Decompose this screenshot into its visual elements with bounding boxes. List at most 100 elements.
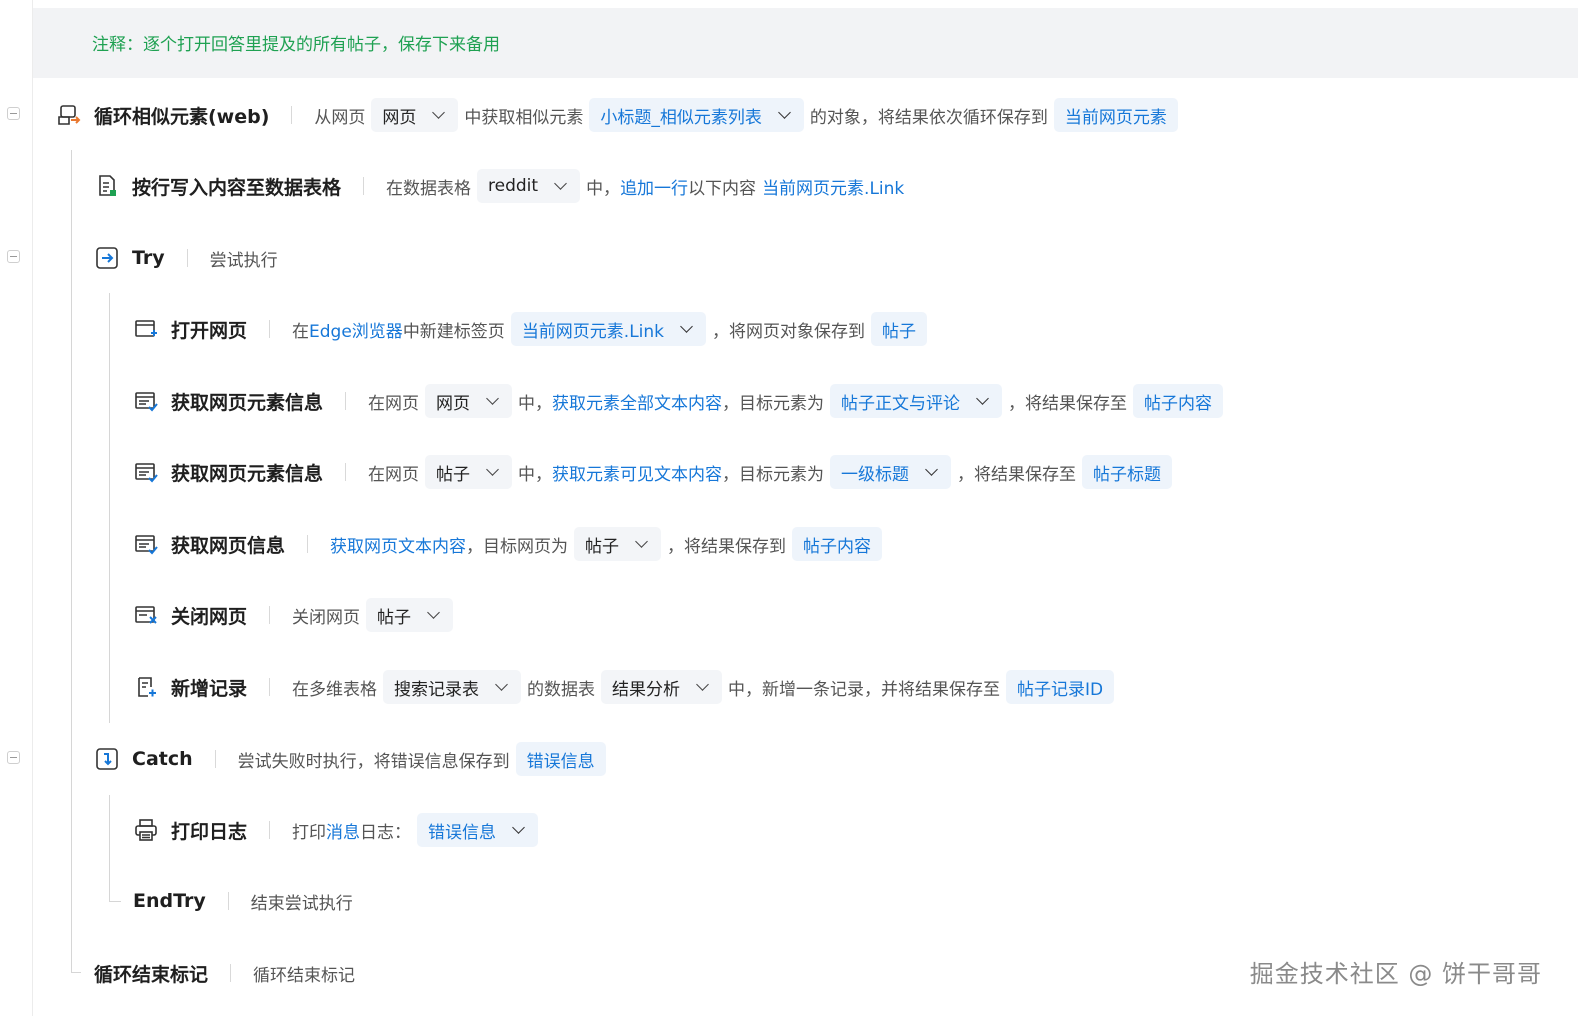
step-title: 关闭网页 <box>171 605 248 628</box>
divider <box>214 750 216 768</box>
close-page-icon <box>133 602 159 628</box>
step-end-try[interactable]: EndTry 结束尝试执行 <box>133 881 353 921</box>
step-title: 新增记录 <box>171 677 248 700</box>
chip-label: 帖子记录ID <box>1017 679 1104 700</box>
content-variable[interactable]: 当前网页元素.Link <box>762 174 904 199</box>
chevron-down-icon <box>680 320 693 333</box>
loop-guide-end <box>71 972 81 973</box>
step-close-page[interactable]: 关闭网页 关闭网页 帖子 <box>133 595 459 635</box>
step-get-element-info-2[interactable]: 获取网页元素信息 在网页 帖子 中， 获取元素可见文本内容 ，目标元素为 一级标… <box>133 452 1178 492</box>
chip-label: 帖子 <box>436 464 471 485</box>
step-open-page[interactable]: 打开网页 在 Edge浏览器 中新建标签页 当前网页元素.Link ，将网页对象… <box>133 309 933 349</box>
step-text: ，目标网页为 <box>466 536 569 557</box>
log-level-link[interactable]: 消息 <box>326 818 360 843</box>
table-select[interactable]: reddit <box>477 169 581 203</box>
step-title: 循环结束标记 <box>94 963 209 986</box>
url-select[interactable]: 当前网页元素.Link <box>510 312 707 346</box>
step-text: ，将结果保存到 <box>667 536 787 557</box>
step-text: 的对象，将结果依次循环保存到 <box>809 107 1048 128</box>
loop-guide-line <box>71 150 72 972</box>
step-text: ，将结果保存至 <box>957 464 1077 485</box>
chevron-down-icon <box>696 678 709 691</box>
divider <box>269 606 271 624</box>
divider <box>291 106 293 124</box>
printer-icon <box>133 817 159 843</box>
element-select[interactable]: 一级标题 <box>830 455 952 489</box>
step-title: 获取网页元素信息 <box>171 462 324 485</box>
sheet-select[interactable]: 搜索记录表 <box>383 670 522 704</box>
chevron-down-icon <box>925 463 938 476</box>
page-select[interactable]: 帖子 <box>425 455 513 489</box>
step-title: Try <box>132 247 165 269</box>
step-get-element-info-1[interactable]: 获取网页元素信息 在网页 网页 中， 获取元素全部文本内容 ，目标元素为 帖子正… <box>133 381 1229 421</box>
datatable-select[interactable]: 结果分析 <box>601 670 723 704</box>
step-title: 打开网页 <box>171 319 248 342</box>
page-info-icon <box>133 531 159 557</box>
divider <box>345 463 347 481</box>
step-print-log[interactable]: 打印日志 打印 消息 日志： 错误信息 <box>133 810 544 850</box>
output-variable[interactable]: 帖子内容 <box>792 527 883 561</box>
divider <box>269 678 271 696</box>
step-write-row[interactable]: 按行写入内容至数据表格 在数据表格 reddit 中， 追加一行 以下内容 当前… <box>94 166 904 206</box>
page-select[interactable]: 网页 <box>425 384 513 418</box>
output-variable[interactable]: 帖子标题 <box>1082 455 1173 489</box>
try-guide-line <box>109 293 110 723</box>
collapse-toggle-catch[interactable] <box>7 751 20 764</box>
element-select[interactable]: 帖子正文与评论 <box>830 384 1003 418</box>
page-select[interactable]: 帖子 <box>574 527 662 561</box>
chevron-down-icon <box>512 821 525 834</box>
add-record-icon <box>133 674 159 700</box>
collapse-toggle-loop[interactable] <box>7 107 20 120</box>
step-text: 尝试失败时执行，将错误信息保存到 <box>237 751 510 772</box>
mode-link[interactable]: 获取网页文本内容 <box>330 532 466 557</box>
step-loop-similar-elements[interactable]: 循环相似元素(web) 从网页 网页 中获取相似元素 小标题_相似元素列表 的对… <box>56 95 1184 135</box>
step-text: 在多维表格 <box>292 679 378 700</box>
step-catch[interactable]: Catch 尝试失败时执行，将错误信息保存到 错误信息 <box>94 739 612 779</box>
chip-label: 帖子标题 <box>1093 464 1162 485</box>
mode-link[interactable]: 追加一行 <box>620 174 688 199</box>
page-select[interactable]: 网页 <box>371 98 459 132</box>
divider <box>269 320 271 338</box>
element-select[interactable]: 小标题_相似元素列表 <box>589 98 804 132</box>
chip-label: 错误信息 <box>428 822 497 843</box>
chevron-down-icon <box>635 535 648 548</box>
step-loop-end[interactable]: 循环结束标记 循环结束标记 <box>94 953 355 993</box>
browser-link[interactable]: Edge浏览器 <box>309 317 403 342</box>
divider <box>363 177 365 195</box>
step-text: 中获取相似元素 <box>464 107 584 128</box>
collapse-toggle-try[interactable] <box>7 250 20 263</box>
step-text: 从网页 <box>314 107 366 128</box>
mode-link[interactable]: 获取元素全部文本内容 <box>552 389 722 414</box>
table-write-icon <box>94 173 120 199</box>
output-variable[interactable]: 当前网页元素 <box>1053 98 1178 132</box>
step-text: ，目标元素为 <box>722 464 825 485</box>
try-icon <box>94 245 120 271</box>
chevron-down-icon <box>495 678 508 691</box>
page-select[interactable]: 帖子 <box>366 598 454 632</box>
chip-label: 帖子 <box>377 607 412 628</box>
output-variable[interactable]: 帖子 <box>871 312 928 346</box>
step-try[interactable]: Try 尝试执行 <box>94 238 278 278</box>
chevron-down-icon <box>554 177 567 190</box>
divider <box>227 892 229 910</box>
step-add-record[interactable]: 新增记录 在多维表格 搜索记录表 的数据表 结果分析 中，新增一条记录，并将结果… <box>133 667 1120 707</box>
step-text: 在 <box>292 321 310 342</box>
chevron-down-icon <box>427 606 440 619</box>
divider <box>307 535 309 553</box>
step-title: Catch <box>132 748 193 770</box>
log-content-select[interactable]: 错误信息 <box>417 813 539 847</box>
chip-label: 网页 <box>382 107 417 128</box>
output-variable[interactable]: 帖子记录ID <box>1006 670 1115 704</box>
mode-link[interactable]: 获取元素可见文本内容 <box>552 460 722 485</box>
chip-label: reddit <box>488 176 539 196</box>
loop-icon <box>56 102 82 128</box>
page-element-icon <box>133 388 159 414</box>
chip-label: 当前网页元素 <box>1064 107 1167 128</box>
chip-label: 帖子 <box>882 321 917 342</box>
output-variable[interactable]: 帖子内容 <box>1133 384 1224 418</box>
step-title: 获取网页信息 <box>171 534 286 557</box>
step-get-page-info[interactable]: 获取网页信息 获取网页文本内容 ，目标网页为 帖子 ，将结果保存到 帖子内容 <box>133 524 888 564</box>
catch-icon <box>94 746 120 772</box>
output-variable[interactable]: 错误信息 <box>515 742 606 776</box>
step-text: 在网页 <box>368 393 420 414</box>
